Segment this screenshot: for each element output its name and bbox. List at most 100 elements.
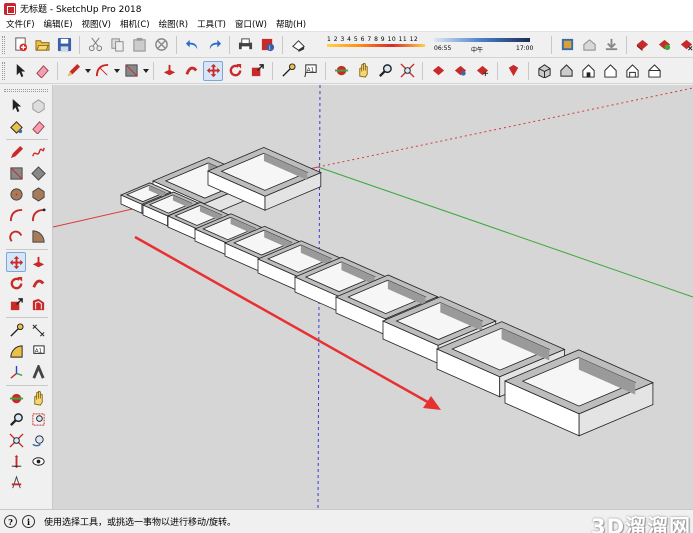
- lt-section-button[interactable]: [6, 472, 26, 492]
- menu-help[interactable]: 帮助(H): [276, 18, 306, 30]
- tape-tool-button[interactable]: [278, 61, 298, 81]
- extension-button[interactable]: [632, 35, 652, 55]
- shadow-month-slider[interactable]: [327, 43, 425, 47]
- lt-circle-button[interactable]: [6, 184, 26, 204]
- line-tool-dropdown[interactable]: [84, 61, 91, 81]
- line-tool-button[interactable]: [63, 61, 83, 81]
- top-view-button[interactable]: [556, 61, 576, 81]
- menu-edit[interactable]: 编辑(E): [44, 18, 73, 30]
- lt-zoom-window-button[interactable]: [28, 409, 48, 429]
- instructor-icon[interactable]: i: [22, 515, 35, 528]
- lt-arc3-button[interactable]: [6, 226, 26, 246]
- download-button[interactable]: [601, 35, 621, 55]
- paste-button[interactable]: [129, 35, 149, 55]
- copy-button[interactable]: [107, 35, 127, 55]
- left-view-button[interactable]: [644, 61, 664, 81]
- menu-file[interactable]: 文件(F): [6, 18, 35, 30]
- menu-camera[interactable]: 相机(C): [120, 18, 150, 30]
- warehouse-2-button[interactable]: [450, 61, 470, 81]
- right-view-button[interactable]: [600, 61, 620, 81]
- shadow-time-slider[interactable]: [434, 37, 530, 42]
- arc-tool-dropdown[interactable]: [113, 61, 120, 81]
- toolbar-grip[interactable]: [2, 35, 5, 54]
- lt-move-button[interactable]: [6, 252, 26, 272]
- toolbar-separator: [272, 61, 273, 80]
- components-2-button[interactable]: [428, 61, 448, 81]
- toolbar-grip[interactable]: [4, 89, 48, 92]
- lt-freehand-button[interactable]: [28, 142, 48, 162]
- lt-prev-view-button[interactable]: [28, 430, 48, 450]
- lt-scale-button[interactable]: [6, 294, 26, 314]
- scene-canvas[interactable]: [53, 85, 693, 509]
- shapes-tool-button[interactable]: [121, 61, 141, 81]
- lt-rectangle-button[interactable]: [6, 163, 26, 183]
- menu-window[interactable]: 窗口(W): [235, 18, 267, 30]
- lt-zoom-extents-button[interactable]: [6, 430, 26, 450]
- open-button[interactable]: [32, 35, 52, 55]
- geolocation-icon[interactable]: ?: [4, 515, 17, 528]
- new-button[interactable]: [10, 35, 30, 55]
- lt-arc-button[interactable]: [6, 205, 26, 225]
- warehouse-button[interactable]: [579, 35, 599, 55]
- save-button[interactable]: [54, 35, 74, 55]
- rotate-tool-button[interactable]: [225, 61, 245, 81]
- lt-select-button[interactable]: [6, 95, 26, 115]
- scale-tool-button[interactable]: [247, 61, 267, 81]
- toolbar-grip[interactable]: [2, 61, 5, 80]
- eraser-tool-button[interactable]: [32, 61, 52, 81]
- warehouse-3-button[interactable]: [472, 61, 492, 81]
- lt-line-button[interactable]: [6, 142, 26, 162]
- lt-axes-button[interactable]: [6, 362, 26, 382]
- followme-tool-button[interactable]: [181, 61, 201, 81]
- lt-eraser-button[interactable]: [28, 116, 48, 136]
- undo-button[interactable]: [182, 35, 202, 55]
- lt-pushpull-button[interactable]: [28, 252, 48, 272]
- model-info-button[interactable]: i: [257, 35, 277, 55]
- back-view-button[interactable]: [622, 61, 642, 81]
- ruby-button[interactable]: [503, 61, 523, 81]
- pan-tool-button[interactable]: [353, 61, 373, 81]
- shadows-toggle-button[interactable]: [288, 35, 308, 55]
- zoom-extents-tool-button[interactable]: [397, 61, 417, 81]
- front-view-button[interactable]: [578, 61, 598, 81]
- lt-paint-button[interactable]: [6, 116, 26, 136]
- layers-button[interactable]: [676, 35, 693, 55]
- lt-protractor-button[interactable]: [6, 341, 26, 361]
- lt-rotated-rect-button[interactable]: [28, 163, 48, 183]
- lt-3dtext-button[interactable]: [28, 362, 48, 382]
- cut-button[interactable]: [85, 35, 105, 55]
- iso-view-button[interactable]: [534, 61, 554, 81]
- lt-pan-button[interactable]: [28, 388, 48, 408]
- lt-walk-button[interactable]: [28, 451, 48, 471]
- lt-arc2-button[interactable]: [28, 205, 48, 225]
- lt-tape-button[interactable]: [6, 320, 26, 340]
- lt-polygon-button[interactable]: [28, 184, 48, 204]
- orbit-tool-button[interactable]: [331, 61, 351, 81]
- lt-pie-button[interactable]: [28, 226, 48, 246]
- lt-rotate-button[interactable]: [6, 273, 26, 293]
- components-button[interactable]: [557, 35, 577, 55]
- erase-button[interactable]: [151, 35, 171, 55]
- model-viewport[interactable]: [53, 85, 693, 509]
- move-tool-button[interactable]: [203, 60, 223, 81]
- redo-button[interactable]: [204, 35, 224, 55]
- lt-followme-button[interactable]: [28, 273, 48, 293]
- menu-tools[interactable]: 工具(T): [197, 18, 226, 30]
- lt-zoom-button[interactable]: [6, 409, 26, 429]
- zoom-tool-button[interactable]: [375, 61, 395, 81]
- lt-component-button[interactable]: [28, 95, 48, 115]
- menu-view[interactable]: 视图(V): [82, 18, 111, 30]
- lt-text-button[interactable]: A1: [28, 341, 48, 361]
- pushpull-tool-button[interactable]: [159, 61, 179, 81]
- print-button[interactable]: [235, 35, 255, 55]
- select-tool-button[interactable]: [10, 61, 30, 81]
- lt-orbit-button[interactable]: [6, 388, 26, 408]
- menu-draw[interactable]: 绘图(R): [159, 18, 189, 30]
- lt-dimension-button[interactable]: [28, 320, 48, 340]
- arc-tool-button[interactable]: [92, 61, 112, 81]
- styles-button[interactable]: [654, 35, 674, 55]
- shapes-tool-dropdown[interactable]: [142, 61, 149, 81]
- lt-position-camera-button[interactable]: [6, 451, 26, 471]
- text-tool-button[interactable]: A1: [300, 61, 320, 81]
- lt-offset-button[interactable]: [28, 294, 48, 314]
